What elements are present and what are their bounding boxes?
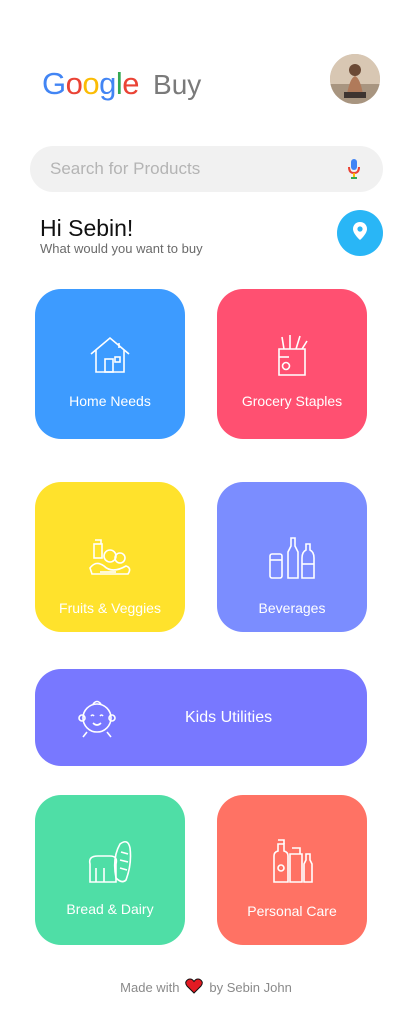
bottles-icon bbox=[268, 534, 316, 582]
app-logo: Google Buy bbox=[42, 66, 201, 102]
footer: Made with by Sebin John bbox=[0, 978, 412, 997]
grocery-bag-icon bbox=[274, 331, 310, 379]
category-label: Beverages bbox=[258, 600, 326, 616]
category-card-personal-care[interactable]: Personal Care bbox=[217, 795, 367, 945]
footer-suffix: by Sebin John bbox=[209, 980, 292, 995]
category-label: Kids Utilities bbox=[185, 708, 273, 726]
category-card-fruits-veggies[interactable]: Fruits & Veggies bbox=[35, 482, 185, 632]
microphone-icon[interactable] bbox=[347, 158, 361, 185]
greeting-subtitle: What would you want to buy bbox=[40, 241, 203, 256]
search-input[interactable] bbox=[50, 159, 330, 179]
category-card-grocery-staples[interactable]: Grocery Staples bbox=[217, 289, 367, 439]
location-pin-icon bbox=[353, 221, 367, 245]
footer-prefix: Made with bbox=[120, 980, 180, 995]
location-button[interactable] bbox=[337, 210, 383, 256]
bread-icon bbox=[86, 837, 134, 885]
app-header: Google Buy bbox=[0, 0, 412, 130]
greeting: Hi Sebin! What would you want to buy bbox=[40, 215, 203, 256]
category-card-bread-dairy[interactable]: Bread & Dairy bbox=[35, 795, 185, 945]
category-label: Home Needs bbox=[69, 393, 151, 409]
category-card-kids-utilities[interactable]: Kids Utilities bbox=[35, 669, 367, 766]
google-wordmark: Google bbox=[42, 66, 140, 101]
house-icon bbox=[88, 331, 132, 379]
category-label: Bread & Dairy bbox=[66, 901, 154, 917]
category-label: Personal Care bbox=[247, 903, 337, 919]
category-card-beverages[interactable]: Beverages bbox=[217, 482, 367, 632]
logo-suffix: Buy bbox=[153, 69, 202, 100]
category-label: Fruits & Veggies bbox=[59, 600, 161, 616]
category-card-home-needs[interactable]: Home Needs bbox=[35, 289, 185, 439]
avatar[interactable] bbox=[330, 54, 380, 104]
search-bar[interactable] bbox=[30, 146, 383, 192]
category-label: Grocery Staples bbox=[241, 393, 343, 409]
heart-icon bbox=[185, 978, 204, 997]
fruits-veggies-icon bbox=[86, 534, 134, 582]
baby-face-icon bbox=[77, 694, 117, 742]
cosmetics-icon bbox=[268, 837, 316, 885]
greeting-title: Hi Sebin! bbox=[40, 215, 134, 241]
